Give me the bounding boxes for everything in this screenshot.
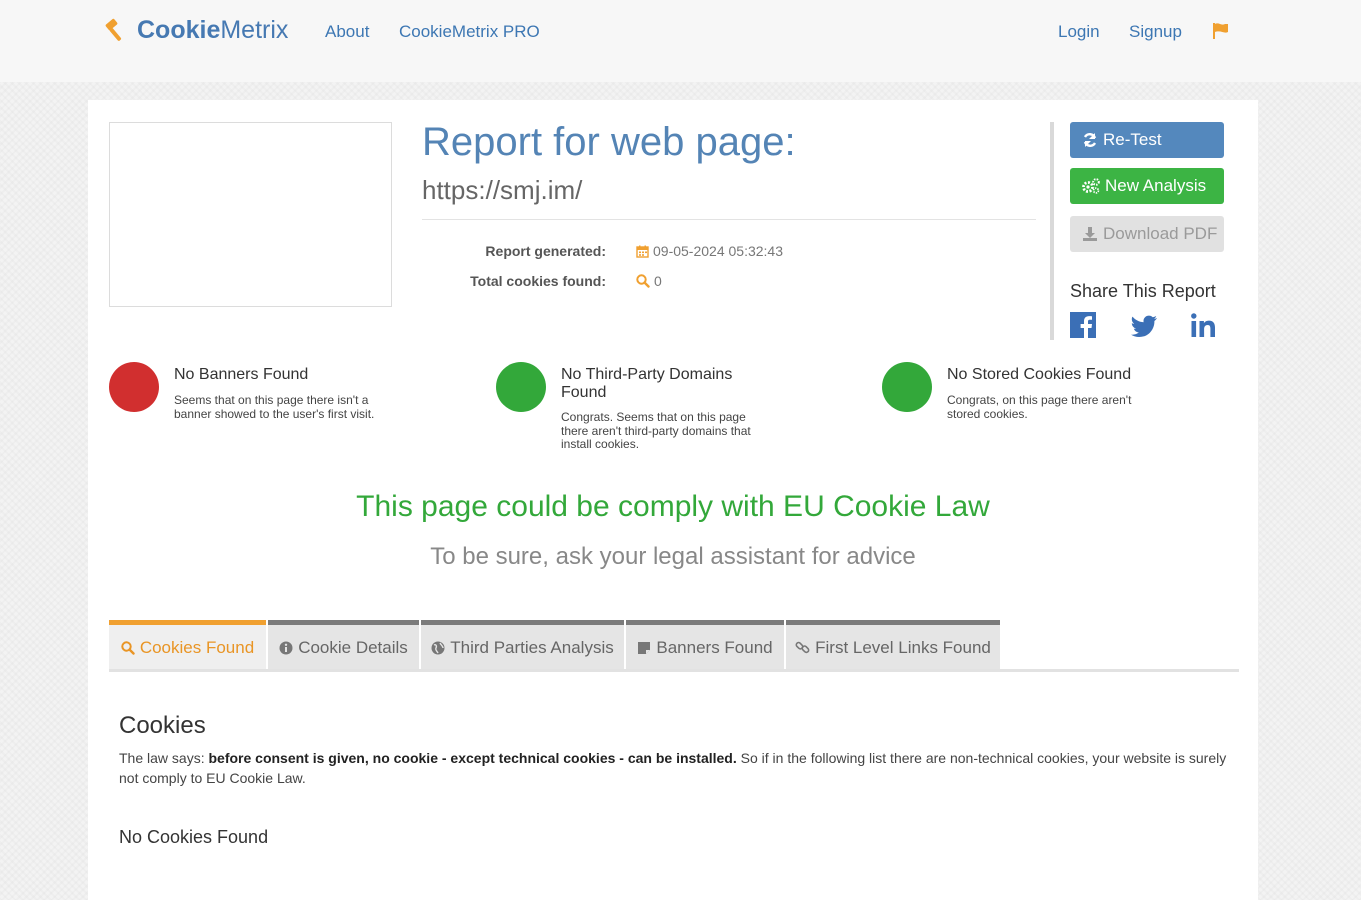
new-analysis-label: New Analysis xyxy=(1105,176,1207,195)
status-description: Congrats. Seems that on this page there … xyxy=(561,410,751,451)
share-title: Share This Report xyxy=(1070,281,1216,301)
navbar: CookieMetrix About CookieMetrix PRO Logi… xyxy=(0,0,1361,82)
report-panel: Report for web page: https://smj.im/ Rep… xyxy=(88,100,1258,900)
law-prefix: The law says: xyxy=(119,750,209,766)
nav-signup[interactable]: Signup xyxy=(1129,22,1182,42)
generated-date: 09-05-2024 05:32:43 xyxy=(653,243,783,259)
status-description: Congrats, on this page there aren't stor… xyxy=(947,393,1132,421)
tab-cookies-found[interactable]: Cookies Found xyxy=(109,620,266,670)
status-title: No Stored Cookies Found xyxy=(947,366,1132,383)
download-pdf-label: Download PDF xyxy=(1103,224,1218,243)
tab-label: Third Parties Analysis xyxy=(450,637,614,657)
tab-first-level-links[interactable]: First Level Links Found xyxy=(786,620,1000,670)
gavel-icon xyxy=(105,18,122,41)
tab-cookie-details[interactable]: Cookie Details xyxy=(268,620,419,670)
search-icon xyxy=(636,274,650,288)
new-analysis-button[interactable]: New Analysis xyxy=(1070,168,1224,204)
gears-icon xyxy=(1082,178,1100,194)
twitter-icon[interactable] xyxy=(1130,312,1158,340)
linkedin-icon[interactable] xyxy=(1190,312,1218,340)
download-icon xyxy=(1083,227,1097,241)
globe-icon xyxy=(431,641,445,654)
total-cookies-label: Total cookies found: xyxy=(470,273,606,289)
report-title: Report for web page: xyxy=(422,120,796,164)
download-pdf-button[interactable]: Download PDF xyxy=(1070,216,1224,252)
status-indicator-green xyxy=(496,362,546,412)
nav-about[interactable]: About xyxy=(325,22,369,42)
tab-label: First Level Links Found xyxy=(815,637,991,657)
compliance-headline: This page could be comply with EU Cookie… xyxy=(356,490,990,523)
link-icon xyxy=(795,641,810,654)
tab-banners-found[interactable]: Banners Found xyxy=(626,620,784,670)
total-cookies-count: 0 xyxy=(654,273,662,289)
no-cookies-message: No Cookies Found xyxy=(119,827,269,847)
retest-label: Re-Test xyxy=(1103,130,1162,149)
flag-icon[interactable] xyxy=(1212,22,1230,40)
calendar-icon xyxy=(636,245,649,258)
page-screenshot-thumbnail xyxy=(109,122,392,307)
cookies-heading: Cookies xyxy=(119,712,206,739)
status-title: No Third-Party Domains Found xyxy=(561,366,733,401)
divider xyxy=(422,219,1036,220)
report-generated-label: Report generated: xyxy=(485,243,606,259)
info-icon xyxy=(279,641,293,654)
status-title: No Banners Found xyxy=(174,366,309,383)
tab-label: Cookies Found xyxy=(139,637,255,657)
nav-login[interactable]: Login xyxy=(1058,22,1100,42)
status-indicator-red xyxy=(109,362,159,412)
tab-label: Cookie Details xyxy=(298,637,408,657)
nav-cookiemetrix-pro[interactable]: CookieMetrix PRO xyxy=(399,22,540,42)
brand-name-light: Metrix xyxy=(220,15,289,44)
tab-third-parties-analysis[interactable]: Third Parties Analysis xyxy=(421,620,624,670)
vertical-separator xyxy=(1050,122,1054,340)
facebook-icon[interactable] xyxy=(1070,312,1098,340)
brand-name-bold: Cookie xyxy=(137,15,221,44)
report-generated-value: 09-05-2024 05:32:43 xyxy=(636,243,783,259)
law-paragraph: The law says: before consent is given, n… xyxy=(119,748,1234,788)
tab-underline xyxy=(109,669,1239,672)
retest-button[interactable]: Re-Test xyxy=(1070,122,1224,158)
law-bold: before consent is given, no cookie - exc… xyxy=(208,750,737,766)
status-indicator-green xyxy=(882,362,932,412)
total-cookies-value: 0 xyxy=(636,273,662,289)
sticky-note-icon xyxy=(638,641,651,654)
refresh-icon xyxy=(1083,133,1097,147)
brand-logo[interactable]: CookieMetrix xyxy=(103,14,288,46)
status-description: Seems that on this page there isn't a ba… xyxy=(174,393,375,421)
search-icon xyxy=(121,640,135,655)
compliance-advice: To be sure, ask your legal assistant for… xyxy=(430,543,916,570)
tab-label: Banners Found xyxy=(656,637,773,657)
report-url: https://smj.im/ xyxy=(422,175,583,205)
